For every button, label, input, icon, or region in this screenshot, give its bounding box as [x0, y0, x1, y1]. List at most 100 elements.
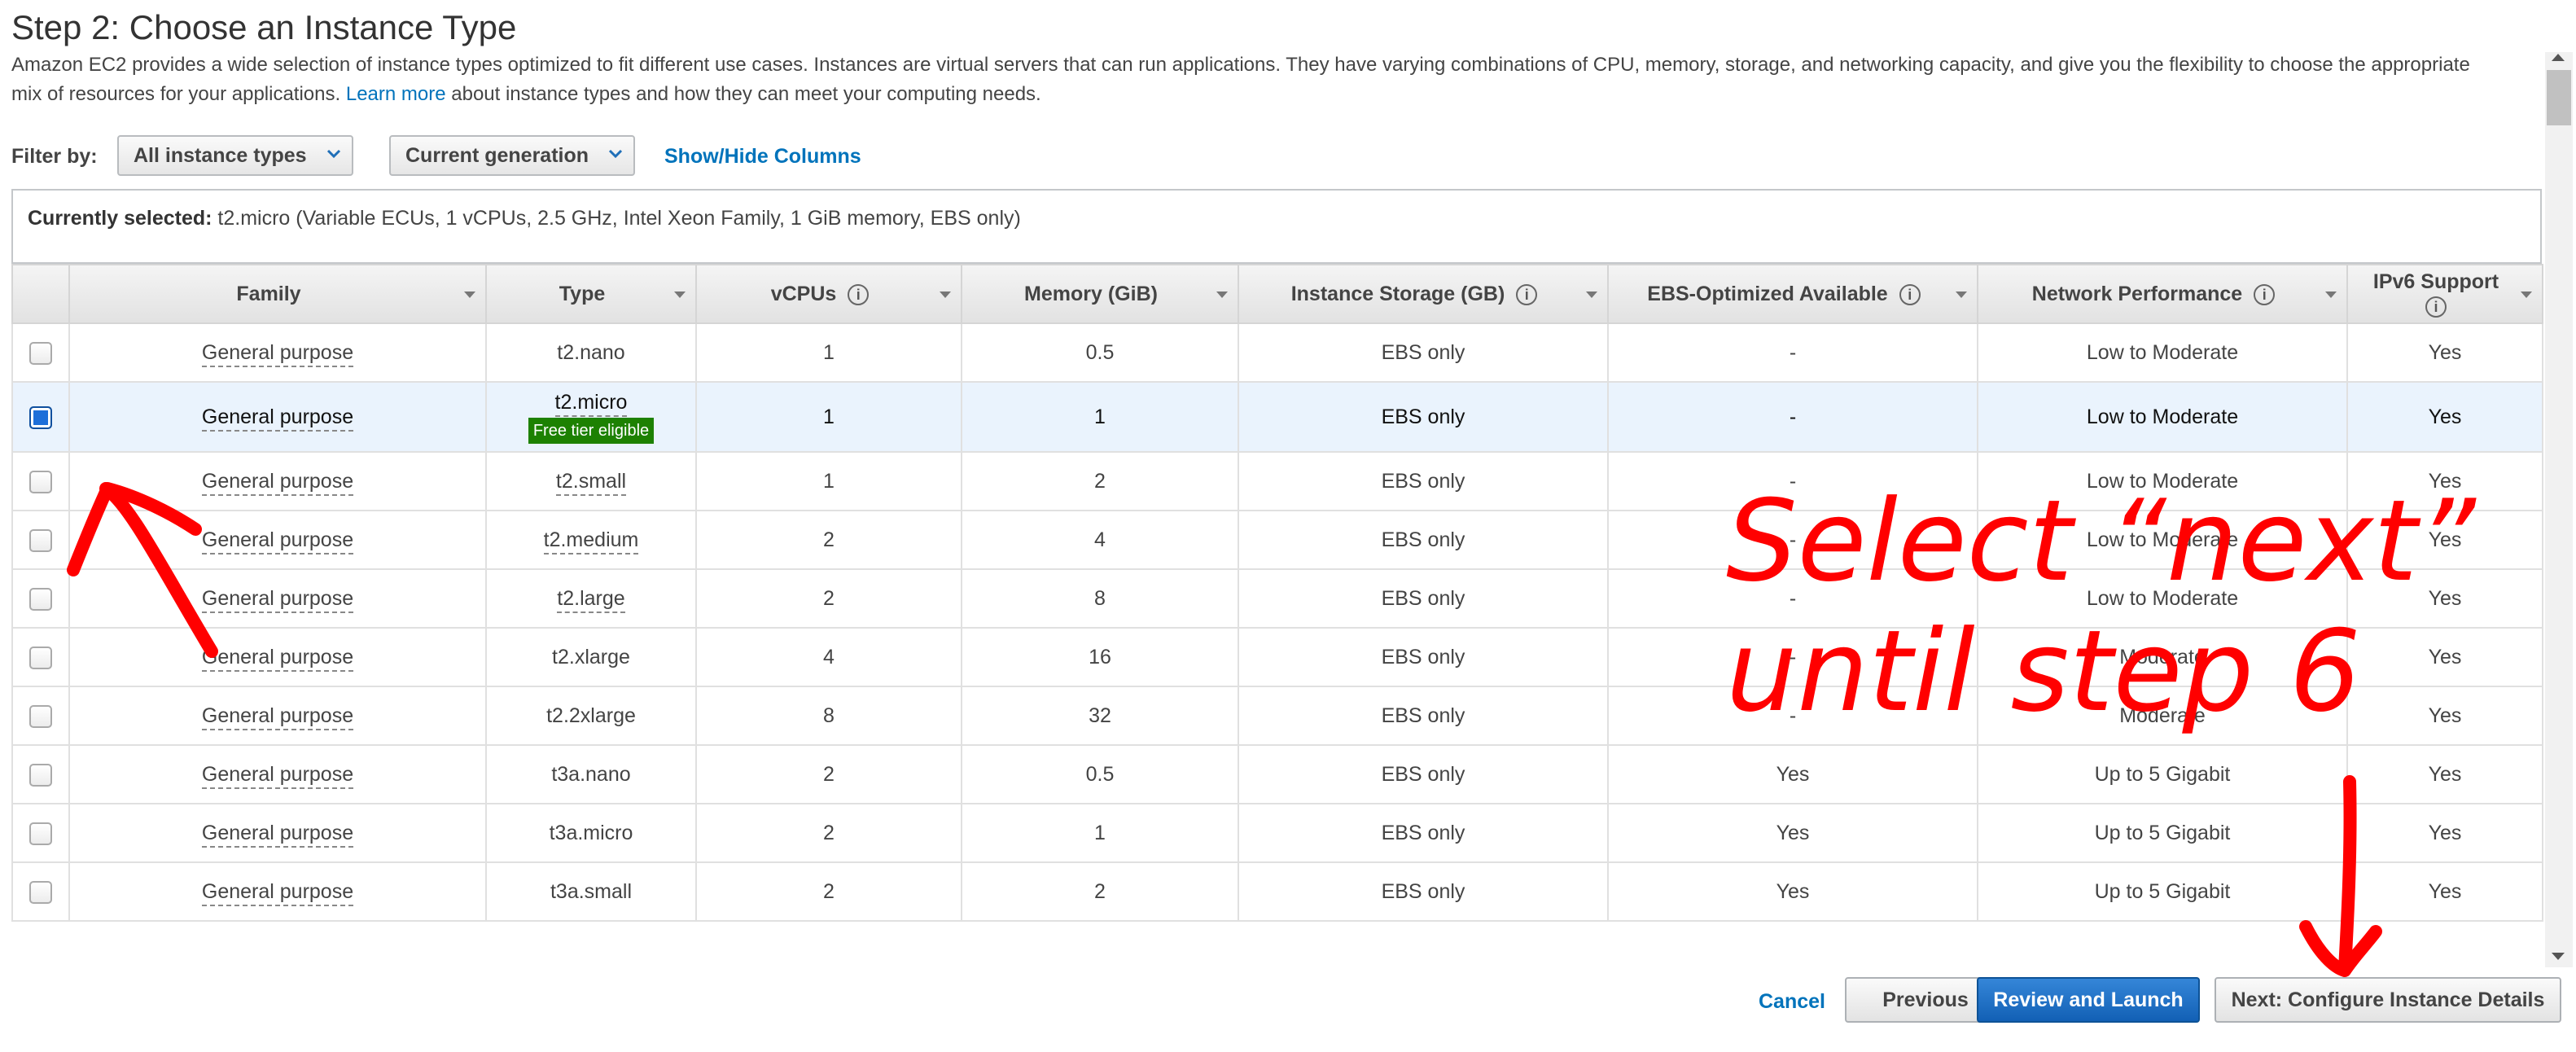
column-header-family[interactable]: Family — [68, 264, 487, 324]
family-cell[interactable]: General purpose — [201, 340, 354, 367]
memory-cell: 0.5 — [1085, 762, 1115, 786]
free-tier-badge: Free tier eligible — [528, 418, 655, 444]
row-checkbox[interactable] — [29, 341, 52, 365]
family-cell[interactable]: General purpose — [201, 405, 354, 432]
row-checkbox[interactable] — [29, 880, 52, 904]
row-checkbox[interactable] — [29, 646, 52, 669]
ipv6-cell: Yes — [2428, 340, 2462, 364]
header-label: vCPUs — [770, 282, 837, 305]
currently-selected-text: Currently selected: t2.micro (Variable E… — [28, 207, 1021, 230]
network-performance-cell: Moderate — [2119, 645, 2206, 668]
table-row[interactable]: General purpose t3a.micro 2 1 EBS only Yes Up … — [11, 803, 2543, 863]
network-performance-cell: Up to 5 Gigabit — [2094, 879, 2231, 903]
generation-select[interactable]: Current generation — [389, 135, 635, 176]
family-cell[interactable]: General purpose — [201, 586, 354, 613]
instance-types-select[interactable]: All instance types — [117, 135, 353, 176]
column-header-instance-storage[interactable]: Instance Storage (GB) i — [1238, 264, 1609, 324]
show-hide-columns-link[interactable]: Show/Hide Columns — [664, 145, 861, 169]
row-checkbox[interactable] — [29, 704, 52, 728]
ipv6-cell: Yes — [2428, 704, 2462, 727]
family-cell[interactable]: General purpose — [201, 762, 354, 789]
row-checkbox[interactable] — [29, 470, 52, 493]
network-performance-cell: Low to Moderate — [2086, 586, 2239, 610]
ebs-optimized-cell: - — [1789, 469, 1797, 493]
type-cell: t3a.small — [550, 879, 633, 903]
scroll-up-arrow-icon[interactable] — [2552, 54, 2565, 61]
vcpus-cell: 2 — [823, 528, 835, 551]
column-header-vcpus[interactable]: vCPUs i — [695, 264, 962, 324]
table-row[interactable]: General purpose t2.nano 1 0.5 EBS only - Low t… — [11, 322, 2543, 383]
generation-select-value: Current generation — [405, 143, 589, 167]
sort-caret-icon[interactable] — [2521, 291, 2532, 298]
info-icon[interactable]: i — [1516, 283, 1538, 305]
family-cell[interactable]: General purpose — [201, 821, 354, 848]
info-icon[interactable]: i — [2254, 283, 2276, 305]
cancel-button[interactable]: Cancel — [1759, 990, 1825, 1014]
table-header-row: Family Type vCPUs i Memory (GiB) Instance… — [11, 264, 2543, 324]
next-configure-instance-details-button[interactable]: Next: Configure Instance Details — [2215, 977, 2561, 1023]
row-checkbox[interactable] — [29, 763, 52, 787]
table-row[interactable]: General purpose t2.medium 2 4 EBS only - Low t… — [11, 510, 2543, 570]
scroll-down-arrow-icon[interactable] — [2552, 953, 2565, 960]
header-label: IPv6 Support — [2372, 270, 2499, 293]
column-header-memory[interactable]: Memory (GiB) — [961, 264, 1239, 324]
type-cell[interactable]: t2.small — [555, 469, 627, 496]
family-cell[interactable]: General purpose — [201, 528, 354, 554]
learn-more-link[interactable]: Learn more — [346, 83, 446, 105]
type-cell[interactable]: t2.micro — [554, 391, 628, 417]
header-label: Family — [236, 282, 301, 305]
currently-selected-panel: Currently selected: t2.micro (Variable E… — [11, 189, 2542, 264]
memory-cell: 8 — [1094, 586, 1106, 610]
vcpus-cell: 4 — [823, 645, 835, 668]
row-checkbox[interactable] — [29, 587, 52, 611]
table-row[interactable]: General purpose t2.xlarge 4 16 EBS only - Mode… — [11, 627, 2543, 687]
table-row[interactable]: General purpose t2.small 1 2 EBS only - Low to… — [11, 451, 2543, 511]
ebs-optimized-cell: - — [1789, 405, 1797, 428]
network-performance-cell: Low to Moderate — [2086, 340, 2239, 364]
family-cell[interactable]: General purpose — [201, 645, 354, 672]
vcpus-cell: 2 — [823, 586, 835, 610]
sort-caret-icon[interactable] — [464, 291, 475, 298]
sort-caret-icon[interactable] — [1956, 291, 1967, 298]
type-cell[interactable]: t2.medium — [543, 528, 639, 554]
sort-caret-icon[interactable] — [674, 291, 686, 298]
sort-caret-icon[interactable] — [940, 291, 951, 298]
column-header-ipv6[interactable]: IPv6 Support i — [2346, 264, 2543, 324]
vertical-scrollbar[interactable] — [2545, 52, 2573, 967]
chevron-down-icon — [608, 149, 623, 159]
type-cell: t2.xlarge — [552, 645, 630, 668]
table-row[interactable]: General purpose t3a.nano 2 0.5 EBS only Yes Up… — [11, 744, 2543, 804]
info-icon[interactable]: i — [1899, 283, 1921, 305]
table-row[interactable]: General purpose t2.2xlarge 8 32 EBS only - Mod… — [11, 686, 2543, 746]
vcpus-cell: 2 — [823, 762, 835, 786]
family-cell[interactable]: General purpose — [201, 469, 354, 496]
scrollbar-thumb[interactable] — [2547, 70, 2571, 125]
ebs-optimized-cell: - — [1789, 645, 1797, 668]
type-cell[interactable]: t2.large — [557, 586, 625, 613]
filter-label: Filter by: — [11, 145, 98, 168]
sort-caret-icon[interactable] — [1586, 291, 1597, 298]
ipv6-cell: Yes — [2428, 469, 2462, 493]
row-checkbox[interactable] — [29, 822, 52, 845]
ipv6-cell: Yes — [2428, 586, 2462, 610]
type-cell: t2.2xlarge — [546, 704, 636, 727]
column-header-type[interactable]: Type — [485, 264, 697, 324]
sort-caret-icon[interactable] — [2325, 291, 2337, 298]
type-cell: t3a.micro — [549, 821, 633, 844]
sort-caret-icon[interactable] — [1216, 291, 1228, 298]
family-cell[interactable]: General purpose — [201, 704, 354, 730]
column-header-network-performance[interactable]: Network Performance i — [1977, 264, 2348, 324]
row-checkbox[interactable] — [29, 405, 52, 429]
network-performance-cell: Up to 5 Gigabit — [2094, 821, 2231, 844]
column-header-ebs-optimized[interactable]: EBS-Optimized Available i — [1607, 264, 1978, 324]
info-icon[interactable]: i — [848, 283, 870, 305]
memory-cell: 4 — [1094, 528, 1106, 551]
table-row[interactable]: General purpose t2.large 2 8 EBS only - Low to… — [11, 568, 2543, 629]
review-and-launch-button[interactable]: Review and Launch — [1977, 977, 2200, 1023]
row-checkbox[interactable] — [29, 528, 52, 552]
table-row[interactable]: General purpose t3a.small 2 2 EBS only Yes Up … — [11, 861, 2543, 922]
ipv6-cell: Yes — [2428, 405, 2462, 428]
table-row[interactable]: General purpose t2.micro Free tier eligibl… — [11, 381, 2543, 453]
info-icon[interactable]: i — [2425, 296, 2447, 318]
family-cell[interactable]: General purpose — [201, 879, 354, 906]
